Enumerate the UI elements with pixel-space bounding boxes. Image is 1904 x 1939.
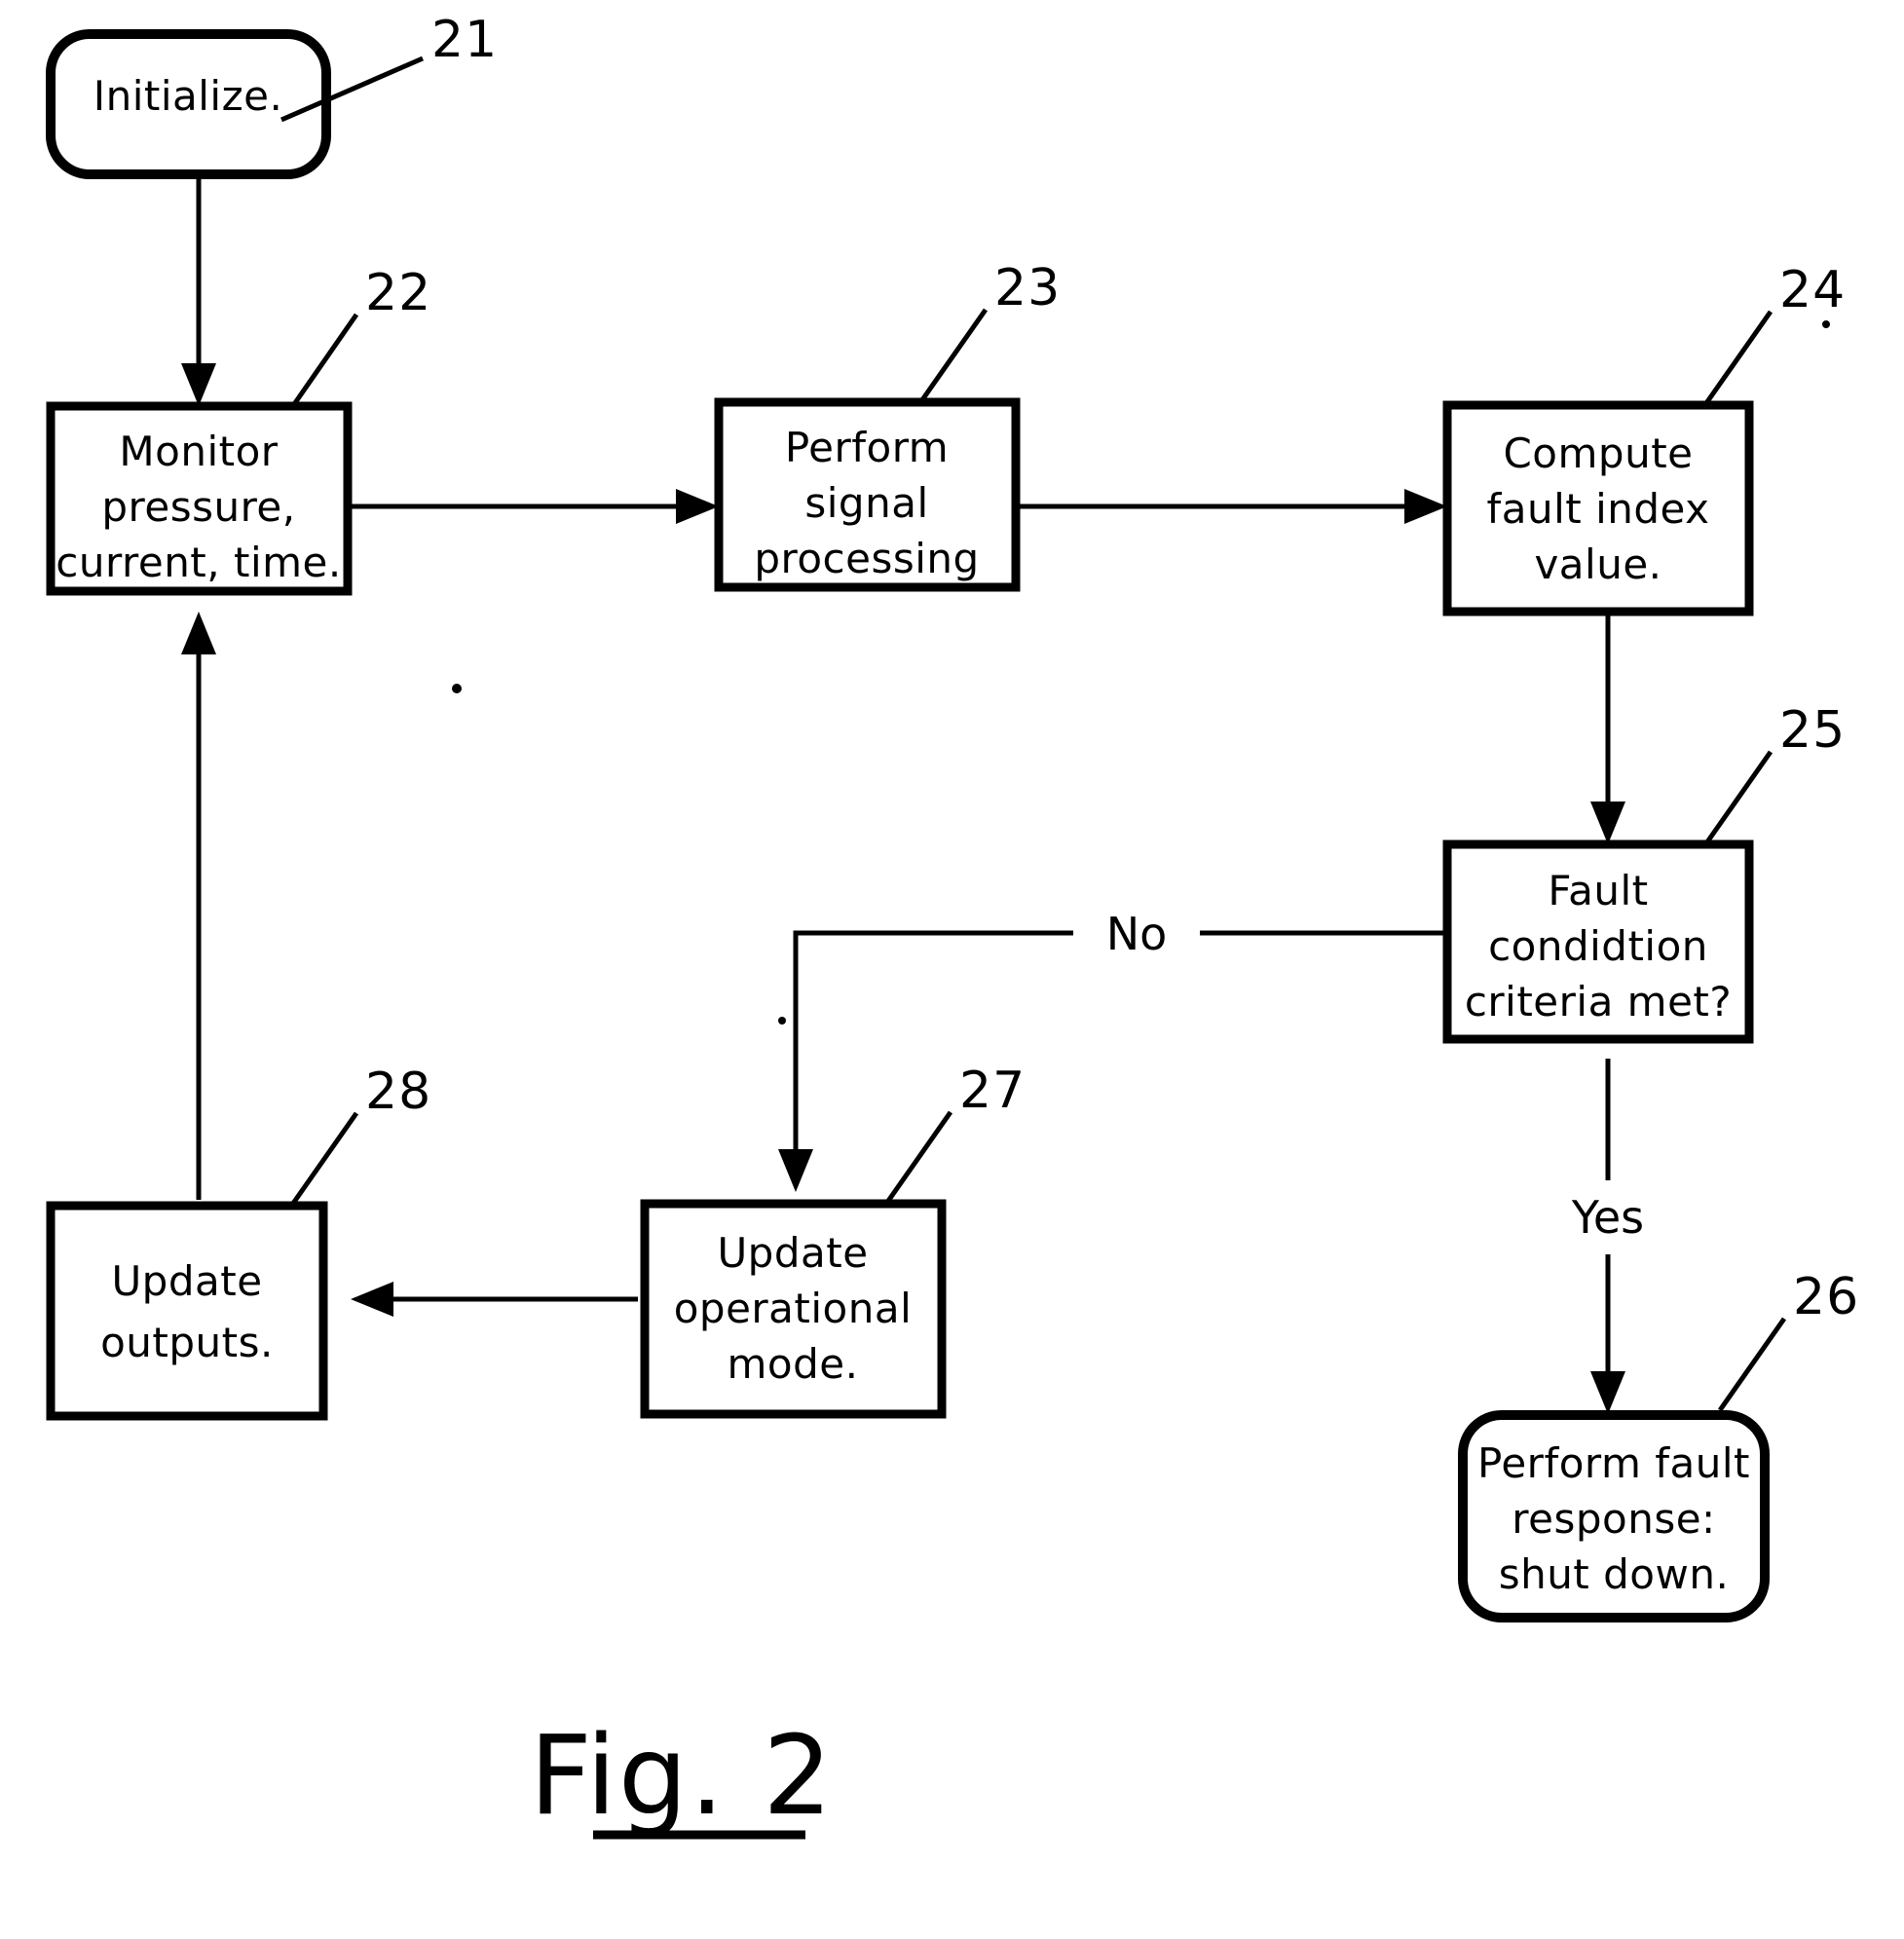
ref-callout-25: 25 [1703,701,1846,845]
ref-number-28: 28 [365,1063,431,1121]
edge-initialize-to-monitor [181,174,216,406]
update-outputs-label-line-2: outputs. [100,1319,274,1366]
signal-processing-label-line-1: Perform [785,424,949,471]
fault-criteria-label-line-3: criteria met? [1465,978,1732,1025]
compute-fault-index-label-line-2: fault index [1486,485,1709,533]
node-initialize[interactable]: Initialize. [46,29,331,179]
ref-callout-24: 24 [1703,261,1846,405]
edge-update-mode-to-update-outputs [351,1282,638,1317]
ref-number-23: 23 [994,259,1061,317]
edge-label-yes: Yes [1571,1191,1644,1244]
ref-number-22: 22 [365,264,431,322]
fault-response-label-line-3: shut down. [1499,1550,1730,1598]
node-update-mode[interactable]: Update operational mode. [640,1199,947,1419]
node-update-outputs[interactable]: Update outputs. [46,1201,328,1421]
ref-callout-22: 22 [289,264,431,409]
update-mode-label-line-2: operational [674,1285,913,1332]
fault-response-label-line-2: response: [1512,1495,1715,1543]
update-mode-label-line-3: mode. [728,1340,859,1388]
ref-number-27: 27 [959,1062,1026,1120]
initialize-label-line-1: Initialize. [93,72,283,120]
figure-caption-text: Fig. 2 [530,1713,835,1840]
ref-number-26: 26 [1793,1268,1859,1326]
monitor-label-line-2: pressure, [101,483,295,531]
fault-response-label-line-1: Perform fault [1477,1439,1750,1487]
update-mode-label-line-1: Update [717,1229,868,1277]
node-signal-processing[interactable]: Perform signal processing [714,397,1021,592]
ref-callout-28: 28 [289,1063,431,1207]
fault-criteria-label-line-2: condidtion [1488,922,1708,970]
edge-label-no: No [1106,908,1168,960]
node-fault-criteria[interactable]: Fault condidtion criteria met? [1442,839,1754,1044]
fault-criteria-label-line-1: Fault [1548,867,1648,914]
scan-speck [452,684,462,693]
patent-figure: 27 Update operational mode --> 26 Perfor… [0,0,1904,1939]
monitor-label-line-3: current, time. [56,539,341,586]
ref-callout-23: 23 [918,259,1061,403]
figure-caption: Fig. 2 [530,1713,835,1840]
ref-number-24: 24 [1779,261,1846,319]
update-outputs-shape [46,1201,328,1421]
node-fault-response[interactable]: Perform fault response: shut down. [1458,1410,1770,1622]
edge-compute-to-fault-criteria [1590,612,1625,844]
scan-speck [1822,320,1830,328]
monitor-label-line-1: Monitor [119,428,278,475]
flowchart-canvas: 27 Update operational mode --> 26 Perfor… [46,11,1859,1840]
node-monitor[interactable]: Monitor pressure, current, time. [46,401,353,596]
edge-update-outputs-to-monitor [181,612,216,1200]
ref-callout-26: 26 [1717,1268,1859,1412]
ref-number-25: 25 [1779,701,1846,760]
update-outputs-label-line-1: Update [111,1257,262,1305]
edge-signal-processing-to-compute [1016,489,1447,524]
compute-fault-index-label-line-3: value. [1534,541,1661,588]
ref-callout-27: 27 [883,1062,1026,1206]
edge-monitor-to-signal-processing [348,489,719,524]
scan-speck [778,1017,786,1025]
signal-processing-label-line-3: processing [754,535,979,582]
compute-fault-index-label-line-1: Compute [1503,429,1693,477]
signal-processing-label-line-2: signal [804,479,928,527]
node-compute-fault-index[interactable]: Compute fault index value. [1442,400,1754,616]
ref-number-21: 21 [431,11,498,69]
edge-fault-criteria-no-to-update-mode [778,930,1447,1192]
